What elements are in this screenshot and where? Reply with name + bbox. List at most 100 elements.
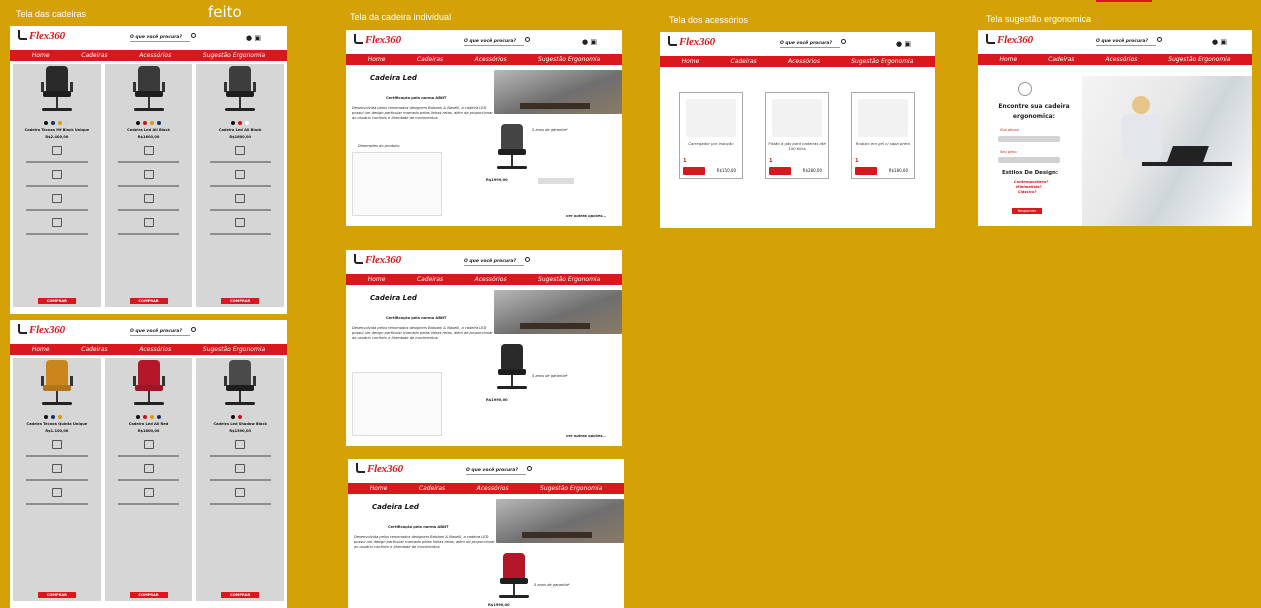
nav-accessories[interactable]: Acessórios xyxy=(1105,56,1137,63)
logo[interactable]: Flex360 xyxy=(18,30,65,42)
search-input[interactable]: O que você procura? xyxy=(1096,37,1163,46)
more-options-link[interactable]: ver outras opções... xyxy=(566,214,606,219)
user-icon[interactable]: ● xyxy=(1212,38,1218,46)
chair-logo-icon xyxy=(356,463,365,473)
nav-home[interactable]: Home xyxy=(682,58,700,65)
height-input[interactable] xyxy=(998,136,1060,142)
nav-chairs[interactable]: Cadeiras xyxy=(731,58,757,65)
weight-input[interactable] xyxy=(998,157,1060,163)
nav-chairs[interactable]: Cadeiras xyxy=(419,485,445,492)
product-card[interactable]: Cadeira Led Shadow Black R$1590,00 COMPR… xyxy=(196,358,285,601)
cart-icon[interactable]: ▣ xyxy=(904,40,911,48)
search-icon[interactable] xyxy=(527,466,533,471)
nav-home[interactable]: Home xyxy=(999,56,1017,63)
add-cart-button[interactable] xyxy=(683,167,705,175)
buy-button[interactable]: COMPRAR xyxy=(129,592,168,598)
nav-chairs[interactable]: Cadeiras xyxy=(81,52,107,59)
buy-button[interactable]: COMPRAR xyxy=(221,298,260,304)
chair-logo-icon xyxy=(668,36,677,46)
accessory-price: R$150,00 xyxy=(716,168,736,173)
feature-icon xyxy=(51,440,62,449)
product-title: Cadeira Led xyxy=(370,74,417,82)
search-icon[interactable] xyxy=(191,33,197,38)
nav-ergonomics[interactable]: Sugestão Ergonomia xyxy=(538,56,600,63)
nav-accessories[interactable]: Acessórios xyxy=(475,276,507,283)
logo[interactable]: Flex360 xyxy=(986,34,1033,46)
quantity-stepper[interactable]: 1 xyxy=(683,158,686,164)
logo[interactable]: Flex360 xyxy=(356,463,403,475)
quantity-stepper[interactable]: 1 xyxy=(855,158,858,164)
accessory-card[interactable]: Pistão à gás para cadeiras até 150 Kilos… xyxy=(765,92,829,179)
search-placeholder: O que você procura? xyxy=(466,468,519,473)
cart-icon[interactable]: ▣ xyxy=(254,34,261,42)
search-input[interactable]: O que você procura? xyxy=(464,257,531,266)
cart-icon[interactable]: ▣ xyxy=(590,38,597,46)
nav-chairs[interactable]: Cadeiras xyxy=(417,276,443,283)
product-card[interactable]: Cadeira Tecnos Mf Black Unique R$2.400,0… xyxy=(13,64,101,307)
nav-ergonomics[interactable]: Sugestão Ergonomia xyxy=(203,346,265,353)
user-icon[interactable]: ● xyxy=(582,38,588,46)
cart-icon[interactable]: ▣ xyxy=(1220,38,1227,46)
add-cart-button[interactable] xyxy=(769,167,791,175)
search-input[interactable]: O que você procura? xyxy=(130,33,197,42)
nav-ergonomics[interactable]: Sugestão Ergonomia xyxy=(851,58,913,65)
product-card[interactable]: Cadeira Led All Black R$1600,00 COMPRAR xyxy=(196,64,285,307)
warranty: 5 anos de garantia* xyxy=(532,128,568,132)
buy-button[interactable]: COMPRAR xyxy=(37,298,76,304)
more-options-link[interactable]: ver outras opções... xyxy=(566,434,606,439)
height-label: Sua altura: xyxy=(1000,128,1020,132)
nav-accessories[interactable]: Acessórios xyxy=(475,56,507,63)
logo[interactable]: Flex360 xyxy=(354,254,401,266)
nav-home[interactable]: Home xyxy=(368,276,386,283)
color-options xyxy=(13,415,101,419)
nav-chairs[interactable]: Cadeiras xyxy=(81,346,107,353)
nav-ergonomics[interactable]: Sugestão Ergonomia xyxy=(540,485,602,492)
nav-ergonomics[interactable]: Sugestão Ergonomia xyxy=(1168,56,1230,63)
product-card[interactable]: Cadeira Led All Black R$1600,00 COMPRAR xyxy=(104,64,193,307)
accessory-card[interactable]: Carregador por indução 1 R$150,00 xyxy=(679,92,743,179)
red-marker xyxy=(1096,0,1152,2)
nav-chairs[interactable]: Cadeiras xyxy=(417,56,443,63)
nav-home[interactable]: Home xyxy=(32,346,50,353)
nav-accessories[interactable]: Acessórios xyxy=(139,52,171,59)
add-cart-button[interactable] xyxy=(855,167,877,175)
search-input[interactable]: O que você procura? xyxy=(780,39,847,48)
buy-button[interactable]: COMPRAR xyxy=(221,592,260,598)
search-input[interactable]: O que você procura? xyxy=(130,327,197,336)
search-input[interactable]: O que você procura? xyxy=(466,466,533,475)
nav-accessories[interactable]: Acessórios xyxy=(788,58,820,65)
search-icon[interactable] xyxy=(841,39,847,44)
add-to-cart-button[interactable] xyxy=(538,178,574,184)
search-input[interactable]: O que você procura? xyxy=(464,37,531,46)
search-icon[interactable] xyxy=(525,257,531,262)
nav-ergonomics[interactable]: Sugestão Ergonomia xyxy=(203,52,265,59)
nav-home[interactable]: Home xyxy=(368,56,386,63)
user-icon[interactable]: ● xyxy=(246,34,252,42)
product-card[interactable]: Cadeira Led All Red R$1600,00 COMPRAR xyxy=(104,358,193,601)
style-option[interactable]: Clássico? xyxy=(1018,190,1037,195)
nav-accessories[interactable]: Acessórios xyxy=(477,485,509,492)
search-icon[interactable] xyxy=(191,327,197,332)
submit-button[interactable]: Responder xyxy=(1012,208,1042,214)
accessory-card[interactable]: Rodízio em gel c/ sapa preto 1 R$180,00 xyxy=(851,92,915,179)
nav-accessories[interactable]: Acessórios xyxy=(139,346,171,353)
award-icon xyxy=(1018,82,1032,96)
nav-home[interactable]: Home xyxy=(370,485,388,492)
buy-button[interactable]: COMPRAR xyxy=(129,298,168,304)
logo[interactable]: Flex360 xyxy=(668,36,715,48)
product-grid: Cadeira Tecnos Quinta Unique R$1.100,00 … xyxy=(10,355,287,604)
quantity-stepper[interactable]: 1 xyxy=(769,158,772,164)
logo[interactable]: Flex360 xyxy=(354,34,401,46)
logo[interactable]: Flex360 xyxy=(18,324,65,336)
product-price: R$1600,00 xyxy=(137,135,160,139)
search-icon[interactable] xyxy=(1157,37,1163,42)
buy-button[interactable]: COMPRAR xyxy=(37,592,76,598)
search-icon[interactable] xyxy=(525,37,531,42)
nav-home[interactable]: Home xyxy=(32,52,50,59)
feature-icon xyxy=(235,146,246,155)
user-icon[interactable]: ● xyxy=(896,40,902,48)
nav-ergonomics[interactable]: Sugestão Ergonomia xyxy=(538,276,600,283)
nav-chairs[interactable]: Cadeiras xyxy=(1048,56,1074,63)
office-photo xyxy=(494,70,622,114)
product-card[interactable]: Cadeira Tecnos Quinta Unique R$1.100,00 … xyxy=(13,358,101,601)
